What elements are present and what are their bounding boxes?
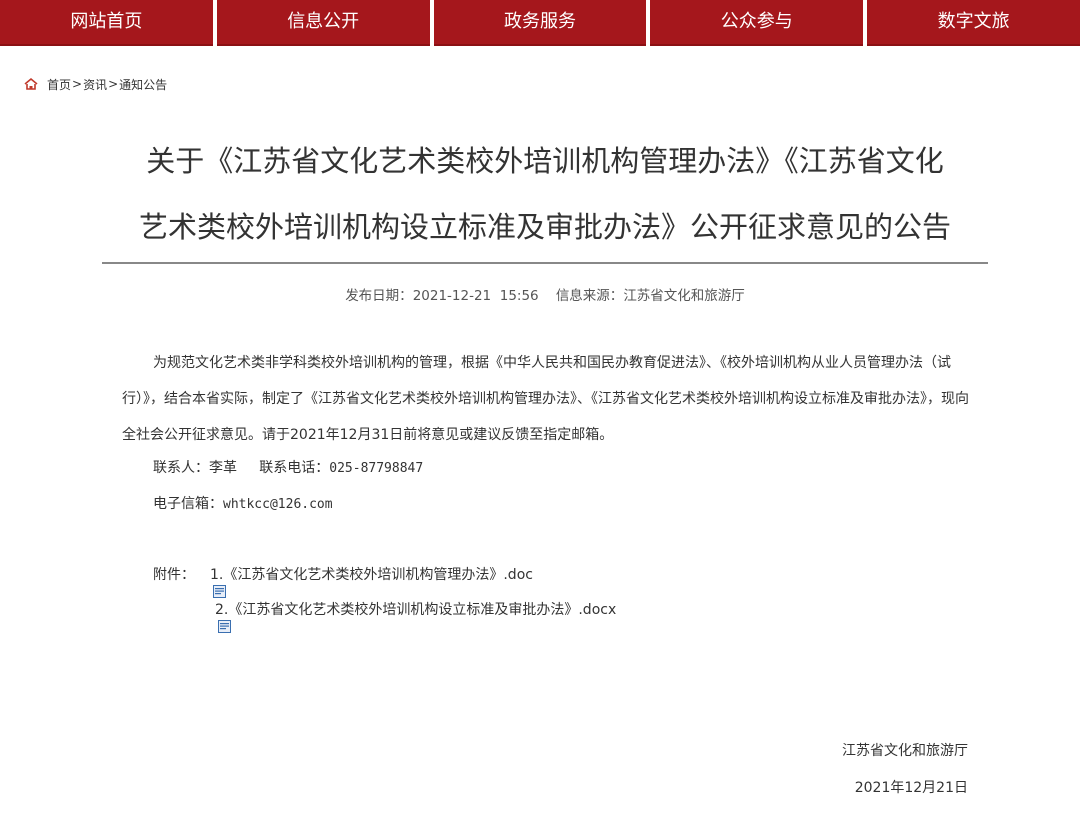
source-label: 信息来源： (555, 288, 624, 304)
breadcrumb-separator: > (72, 77, 83, 91)
contact-line: 联系人：李革 联系电话：025-87798847 (153, 457, 423, 477)
source: 江苏省文化和旅游厅 (623, 288, 745, 304)
attachment-row-2: 2.《江苏省文化艺术类校外培训机构设立标准及审批办法》.docx (200, 599, 616, 633)
breadcrumb: 首页 > 资讯 > 通知公告 (24, 74, 167, 94)
title-divider (102, 262, 988, 264)
word-document-icon (200, 604, 231, 633)
contact-name: 李革 (209, 460, 237, 476)
word-document-icon (195, 569, 226, 598)
article-meta: 发布日期：2021-12-21 15:56 信息来源：江苏省文化和旅游厅 (102, 284, 988, 304)
email-address[interactable]: whtkcc@126.com (223, 497, 333, 512)
phone-number: 025-87798847 (329, 461, 424, 476)
attachment-link-1[interactable]: 1.《江苏省文化艺术类校外培训机构管理办法》.doc (210, 564, 533, 584)
contact-label: 联系人： (153, 460, 209, 476)
nav-home[interactable]: 网站首页 (0, 0, 213, 46)
attachments-label: 附件： (153, 567, 195, 583)
attachment-link-2[interactable]: 2.《江苏省文化艺术类校外培训机构设立标准及审批办法》.docx (215, 599, 616, 619)
top-nav: 网站首页 信息公开 政务服务 公众参与 数字文旅 (0, 0, 1080, 46)
home-icon[interactable] (24, 77, 38, 91)
nav-digital-culture-tourism[interactable]: 数字文旅 (867, 0, 1080, 46)
breadcrumb-separator: > (108, 77, 119, 91)
nav-info-disclosure[interactable]: 信息公开 (216, 0, 430, 46)
phone-label: 联系电话： (259, 460, 330, 476)
signature-date: 2021年12月21日 (854, 780, 968, 796)
breadcrumb-notices[interactable]: 通知公告 (119, 76, 167, 93)
publish-date-label: 发布日期： (345, 288, 413, 304)
breadcrumb-home[interactable]: 首页 (47, 76, 71, 93)
nav-government-services[interactable]: 政务服务 (433, 0, 647, 46)
signature-org: 江苏省文化和旅游厅 (842, 743, 968, 759)
page-title-line2: 艺术类校外培训机构设立标准及审批办法》公开征求意见的公告 (138, 210, 951, 244)
body-paragraph: 为规范文化艺术类非学科类校外培训机构的管理，根据《中华人民共和国民办教育促进法》… (122, 355, 969, 443)
page-title: 关于《江苏省文化艺术类校外培训机构管理办法》《江苏省文化 艺术类校外培训机构设立… (102, 128, 988, 260)
breadcrumb-news[interactable]: 资讯 (83, 76, 107, 93)
article-body: 为规范文化艺术类非学科类校外培训机构的管理，根据《中华人民共和国民办教育促进法》… (122, 345, 974, 453)
attachment-row-1: 附件： 1.《江苏省文化艺术类校外培训机构管理办法》.doc (153, 564, 533, 598)
nav-public-participation[interactable]: 公众参与 (650, 0, 864, 46)
page-title-line1: 关于《江苏省文化艺术类校外培训机构管理办法》《江苏省文化 (146, 144, 944, 178)
email-label: 电子信箱： (153, 496, 223, 512)
email-line: 电子信箱：whtkcc@126.com (153, 493, 333, 513)
publish-date: 2021-12-21 15:56 (412, 288, 539, 304)
